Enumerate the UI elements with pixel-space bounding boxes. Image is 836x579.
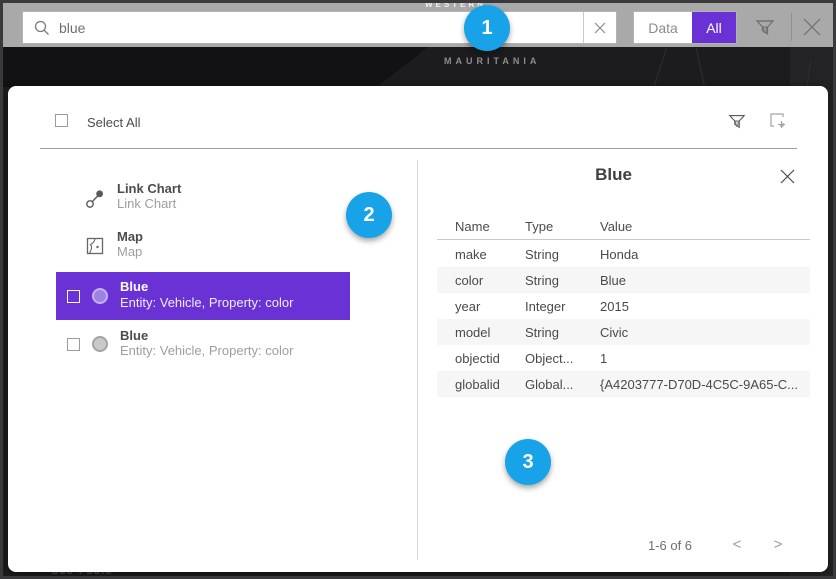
result-subtitle: Link Chart — [117, 196, 181, 211]
column-header-value: Value — [600, 219, 810, 234]
close-detail-button[interactable] — [779, 168, 796, 190]
result-subtitle: Entity: Vehicle, Property: color — [120, 295, 293, 310]
pagination-next-button[interactable]: > — [768, 536, 788, 553]
table-row: color String Blue — [437, 267, 810, 293]
search-query-text: blue — [59, 20, 85, 36]
search-filter-button[interactable] — [754, 16, 776, 43]
result-title: Map — [117, 229, 143, 244]
detail-table: make String Honda color String Blue year… — [437, 241, 810, 397]
filter-funnel-icon — [727, 111, 747, 131]
close-x-icon — [801, 16, 823, 38]
panel-divider — [40, 148, 797, 149]
cell-name: globalid — [455, 377, 525, 392]
link-chart-icon — [85, 188, 105, 215]
cell-type: Object... — [525, 351, 600, 366]
search-icon — [33, 19, 51, 37]
cell-type: Integer — [525, 299, 600, 314]
map-dark-region — [3, 47, 428, 87]
callout-step-3: 3 — [505, 439, 551, 485]
clear-search-button[interactable] — [584, 12, 616, 43]
column-header-type: Type — [525, 219, 600, 234]
cell-value: 2015 — [600, 299, 810, 314]
entity-dot-icon — [92, 336, 108, 352]
cell-name: make — [455, 247, 525, 262]
cell-value: Blue — [600, 273, 810, 288]
cell-name: objectid — [455, 351, 525, 366]
list-detail-divider — [417, 160, 418, 560]
search-input[interactable]: blue — [22, 11, 617, 44]
result-item-map[interactable]: Map Map — [117, 229, 143, 259]
result-checkbox[interactable] — [67, 338, 80, 351]
result-title: Blue — [120, 328, 293, 343]
results-filter-button[interactable] — [727, 111, 747, 136]
map-label-mauritania: MAURITANIA — [444, 56, 540, 66]
pagination-prev-button[interactable]: < — [727, 536, 747, 553]
cell-type: String — [525, 247, 600, 262]
table-row: make String Honda — [437, 241, 810, 267]
app-window: MAURITANIA São Paulo WESTERN blue Data A… — [0, 0, 836, 579]
table-row: year Integer 2015 — [437, 293, 810, 319]
add-selection-icon — [768, 111, 788, 131]
cell-name: year — [455, 299, 525, 314]
cell-type: String — [525, 325, 600, 340]
table-row: objectid Object... 1 — [437, 345, 810, 371]
close-search-button[interactable] — [801, 16, 823, 43]
select-all-label: Select All — [87, 115, 140, 130]
callout-step-1: 1 — [464, 5, 510, 51]
map-icon — [86, 237, 104, 260]
cell-name: model — [455, 325, 525, 340]
table-row: globalid Global... {A4203777-D70D-4C5C-9… — [437, 371, 810, 397]
result-item-blue[interactable]: Blue Entity: Vehicle, Property: color — [120, 328, 293, 358]
scope-toggle: Data All — [633, 11, 737, 44]
result-item-link-chart[interactable]: Link Chart Link Chart — [117, 181, 181, 211]
result-subtitle: Entity: Vehicle, Property: color — [120, 343, 293, 358]
cell-value: Honda — [600, 247, 810, 262]
cell-value: {A4203777-D70D-4C5C-9A65-C... — [600, 377, 810, 392]
map-boundary-line — [696, 47, 706, 88]
cell-type: Global... — [525, 377, 600, 392]
toolbar-divider — [791, 13, 792, 41]
cell-type: String — [525, 273, 600, 288]
map-boundary-line — [654, 48, 667, 86]
add-to-selection-button[interactable] — [768, 111, 788, 136]
close-x-icon — [779, 168, 796, 185]
select-all-checkbox[interactable] — [55, 114, 68, 127]
pagination-range: 1-6 of 6 — [640, 538, 700, 553]
filter-funnel-icon — [754, 16, 776, 38]
callout-step-2: 2 — [346, 192, 392, 238]
column-header-name: Name — [455, 219, 525, 234]
result-title: Blue — [120, 279, 148, 294]
table-row: model String Civic — [437, 319, 810, 345]
detail-title: Blue — [417, 165, 810, 185]
cell-value: 1 — [600, 351, 810, 366]
scope-data-button[interactable]: Data — [634, 12, 692, 43]
clear-x-icon — [594, 22, 606, 34]
cell-value: Civic — [600, 325, 810, 340]
cell-name: color — [455, 273, 525, 288]
scope-all-button[interactable]: All — [692, 12, 736, 43]
detail-table-header: Name Type Value — [437, 214, 810, 240]
result-subtitle: Map — [117, 244, 143, 259]
result-title: Link Chart — [117, 181, 181, 196]
result-checkbox[interactable] — [67, 290, 80, 303]
entity-dot-icon — [92, 288, 108, 304]
